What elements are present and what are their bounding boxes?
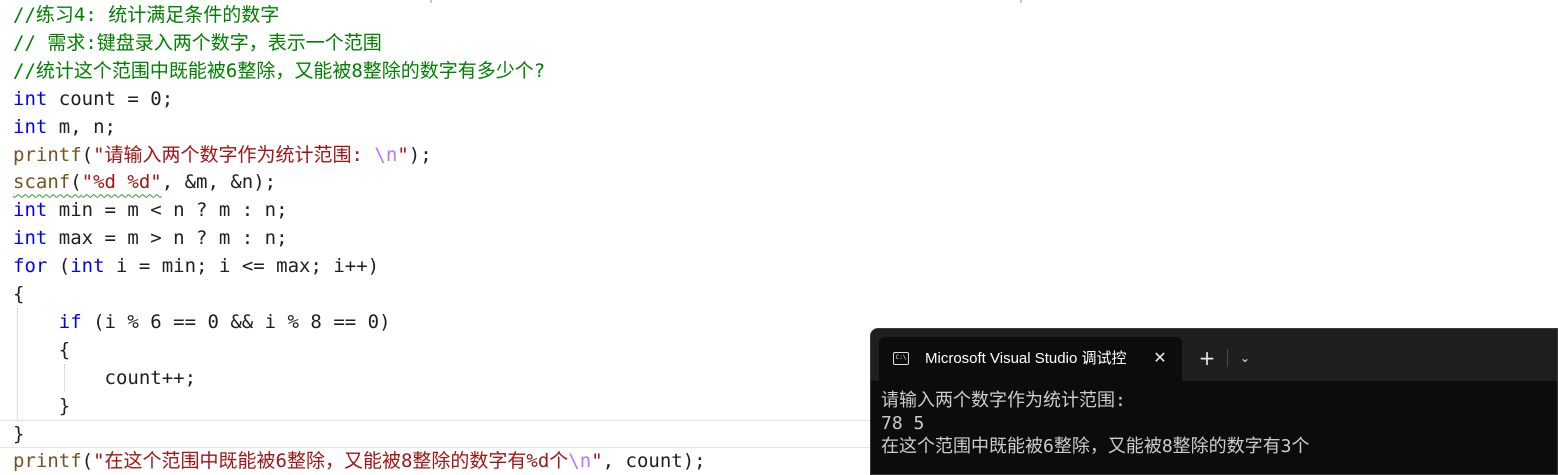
code-token: printf xyxy=(13,450,82,473)
code-token: // 需求:键盘录入两个数字，表示一个范围 xyxy=(13,31,382,54)
tab-divider xyxy=(1227,349,1228,367)
code-token: { xyxy=(13,283,25,305)
code-line[interactable]: int max = m > n ? m : n; xyxy=(13,224,288,252)
code-token: int xyxy=(13,115,48,138)
code-token: , count); xyxy=(602,450,706,473)
code-token: count = 0; xyxy=(47,87,174,110)
code-token: } xyxy=(13,422,25,445)
code-token: (i % 6 == 0 && i % 8 == 0) xyxy=(81,310,391,333)
code-token: "在这个范围中既能被6整除，又能被8整除的数字有%d个 xyxy=(93,450,569,473)
code-line[interactable]: if (i % 6 == 0 && i % 8 == 0) xyxy=(13,308,391,336)
code-token: , &m, &n); xyxy=(161,171,277,194)
code-token: int xyxy=(13,227,48,250)
code-line[interactable]: //统计这个范围中既能被6整除，又能被8整除的数字有多少个? xyxy=(13,57,545,85)
code-line[interactable]: int m, n; xyxy=(13,113,116,141)
code-token: scanf xyxy=(13,171,71,194)
code-line[interactable]: scanf("%d %d", &m, &n); xyxy=(13,168,276,196)
terminal-output-line: 78 5 xyxy=(881,413,925,434)
code-token: printf xyxy=(13,143,82,166)
code-token: "%d %d" xyxy=(81,171,162,194)
terminal-output-line: 在这个范围中既能被6整除，又能被8整除的数字有3个 xyxy=(881,436,1310,457)
code-line[interactable]: //练习4: 统计满足条件的数字 xyxy=(13,1,279,29)
code-token: { xyxy=(13,338,71,361)
terminal-tab-bar: C:\ Microsoft Visual Studio 调试控 ✕ + ⌄ xyxy=(871,329,1557,381)
code-token: max = m > n ? m : n; xyxy=(47,227,288,250)
chevron-down-icon[interactable]: ⌄ xyxy=(1235,347,1255,369)
code-token: " xyxy=(591,450,603,473)
code-token: ( xyxy=(81,143,94,166)
code-line[interactable]: } xyxy=(13,392,70,420)
code-line[interactable]: int count = 0; xyxy=(13,85,173,113)
ruler-tick xyxy=(1020,0,1022,3)
code-token: int xyxy=(70,255,105,278)
code-token: " xyxy=(397,143,409,166)
code-token: } xyxy=(13,394,71,417)
code-token: i = min; i <= max; i++) xyxy=(104,255,380,278)
code-line[interactable]: int min = m < n ? m : n; xyxy=(13,196,288,224)
code-line[interactable]: count++; xyxy=(13,364,197,392)
code-line[interactable]: } xyxy=(13,420,24,448)
code-token: int xyxy=(13,87,48,110)
code-line[interactable]: { xyxy=(13,336,70,364)
code-token: ( xyxy=(47,255,71,278)
code-line[interactable]: for (int i = min; i <= max; i++) xyxy=(13,252,379,280)
new-tab-button[interactable]: + xyxy=(1195,347,1219,369)
code-token: ( xyxy=(70,171,82,194)
ruler-tick xyxy=(430,0,432,3)
code-token: if xyxy=(58,310,82,333)
code-token: for xyxy=(13,255,48,278)
code-token: min = m < n ? m : n; xyxy=(47,199,288,222)
code-line[interactable]: // 需求:键盘录入两个数字，表示一个范围 xyxy=(13,29,382,57)
code-token: "请输入两个数字作为统计范围: xyxy=(93,143,375,166)
code-token: ); xyxy=(408,143,432,166)
debug-console-window[interactable]: C:\ Microsoft Visual Studio 调试控 ✕ + ⌄ 请输… xyxy=(870,328,1558,475)
terminal-output-line: 请输入两个数字作为统计范围: xyxy=(881,390,1126,411)
console-app-icon: C:\ xyxy=(893,352,909,365)
code-token: \n xyxy=(568,450,592,473)
code-line[interactable]: printf("请输入两个数字作为统计范围: \n"); xyxy=(13,141,432,169)
close-tab-icon[interactable]: ✕ xyxy=(1149,347,1171,369)
code-line[interactable]: printf("在这个范围中既能被6整除，又能被8整除的数字有%d个\n", c… xyxy=(13,447,706,475)
code-token: //练习4: 统计满足条件的数字 xyxy=(13,4,280,26)
code-token: count++; xyxy=(13,366,197,389)
code-token: \n xyxy=(374,143,398,166)
code-line[interactable]: { xyxy=(13,280,24,308)
code-token: ( xyxy=(81,450,94,473)
code-token: //统计这个范围中既能被6整除，又能被8整除的数字有多少个? xyxy=(13,59,546,82)
code-token: m, n; xyxy=(47,115,116,138)
code-token: int xyxy=(13,199,48,222)
terminal-tab-title: Microsoft Visual Studio 调试控 xyxy=(925,350,1127,367)
terminal-tab[interactable]: C:\ Microsoft Visual Studio 调试控 ✕ xyxy=(879,337,1182,381)
